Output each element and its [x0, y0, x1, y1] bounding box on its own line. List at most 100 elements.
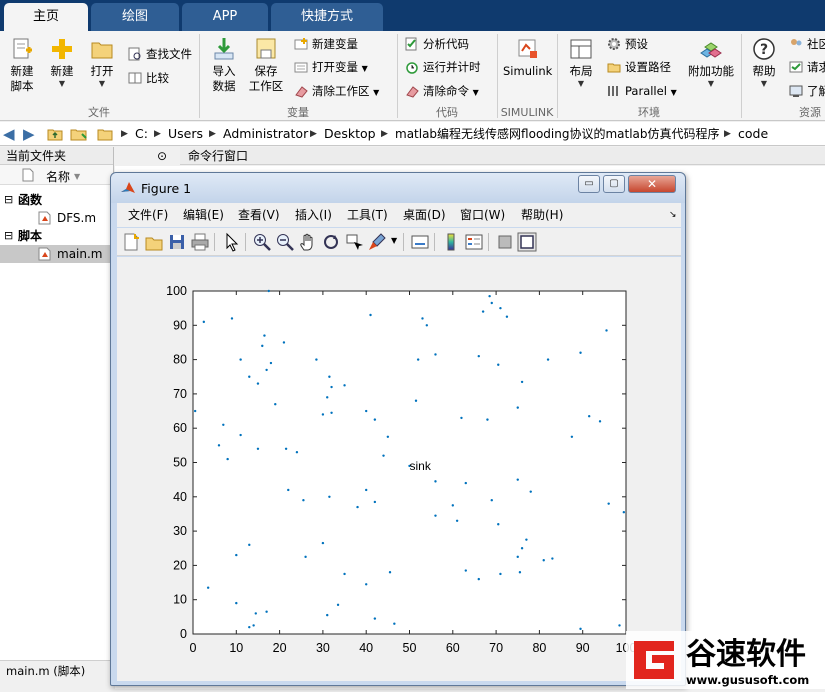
menu-desktop[interactable]: 桌面(D) [403, 203, 446, 227]
breadcrumb-project[interactable]: matlab编程无线传感网flooding协议的matlab仿真代码程序 [395, 122, 720, 146]
current-folder-title: 当前文件夹 [6, 149, 67, 163]
scatter-plot[interactable]: 0 10 20 30 40 50 60 70 80 90 100 0 10 20 30 40 50 60 70 80 9… [117, 257, 681, 681]
request-support-button[interactable]: 请求 [789, 57, 825, 77]
community-button[interactable]: 社区 [789, 34, 825, 54]
tab-plots[interactable]: 绘图 [91, 3, 179, 31]
back-arrow-icon[interactable]: ◀ [3, 122, 15, 146]
parallel-label: Parallel [625, 84, 667, 98]
set-path-button[interactable]: 设置路径 [607, 57, 671, 77]
import-data-button[interactable]: 导入 数据 [204, 37, 244, 94]
new-variable-button[interactable]: 新建变量 [294, 34, 358, 54]
layout-button[interactable]: 布局 ▼ [561, 37, 601, 89]
open-file-icon[interactable] [144, 232, 164, 252]
help-button[interactable]: ? 帮助 ▼ [744, 37, 784, 89]
forward-arrow-icon[interactable]: ▶ [23, 122, 35, 146]
chevron-down-icon[interactable]: ▼ [391, 236, 397, 245]
pan-hand-icon[interactable] [298, 232, 318, 252]
add-ons-button[interactable]: 附加功能 ▼ [687, 37, 735, 89]
menu-help[interactable]: 帮助(H) [521, 203, 563, 227]
collapse-icon[interactable]: ⊟ [4, 227, 13, 245]
legend-icon[interactable] [464, 232, 484, 252]
data-point [579, 627, 582, 631]
preferences-button[interactable]: 预设 [607, 34, 648, 54]
menu-tools[interactable]: 工具(T) [347, 203, 388, 227]
x-tick-label: 10 [229, 641, 243, 655]
list-item[interactable]: main.m [0, 245, 113, 263]
save-workspace-button[interactable]: 保存 工作区 [246, 37, 286, 94]
open-button[interactable]: 打开 ▼ [82, 37, 122, 89]
data-point [343, 384, 346, 387]
figure-window[interactable]: Figure 1 ▭ ▢ ✕ 文件(F) 编辑(E) 查看(V) 插入(I) 工… [110, 172, 686, 686]
data-point [579, 351, 582, 354]
breadcrumb-separator: ▶ [121, 129, 128, 139]
parallel-button[interactable]: Parallel ▼ [607, 81, 677, 101]
zoom-in-icon[interactable] [252, 232, 272, 252]
close-button[interactable]: ✕ [628, 175, 676, 193]
menu-dock-icon[interactable]: ↘ [669, 203, 677, 227]
menu-insert[interactable]: 插入(I) [295, 203, 332, 227]
breadcrumb-code[interactable]: code [738, 122, 768, 146]
brush-icon[interactable] [367, 232, 387, 252]
data-point [546, 358, 550, 361]
pointer-icon[interactable] [221, 232, 241, 252]
menu-view[interactable]: 查看(V) [238, 203, 280, 227]
figure-canvas[interactable]: 0 10 20 30 40 50 60 70 80 90 100 0 10 20 30 40 50 60 70 80 9… [117, 257, 681, 681]
breadcrumb-c[interactable]: C: [135, 122, 148, 146]
compare-button[interactable]: 比较 [128, 68, 169, 88]
new-figure-icon[interactable] [121, 232, 141, 252]
panel-menu-icon[interactable]: ⊙ [157, 147, 167, 165]
data-point [343, 572, 346, 576]
data-point [269, 361, 273, 365]
hide-plot-tools-icon[interactable] [495, 232, 515, 252]
simulink-button[interactable]: Simulink [503, 37, 552, 79]
data-point [295, 451, 299, 454]
link-plot-icon[interactable] [410, 232, 430, 252]
menu-file[interactable]: 文件(F) [128, 203, 168, 227]
list-item[interactable]: DFS.m [0, 209, 113, 227]
data-point [481, 310, 485, 313]
rotate-3d-icon[interactable] [321, 232, 341, 252]
data-point [497, 523, 500, 526]
learn-button[interactable]: 了解 [789, 81, 825, 101]
up-folder-icon[interactable] [47, 126, 63, 142]
show-plot-tools-icon[interactable] [517, 232, 537, 252]
name-column-header[interactable]: 名称 ▼ [0, 165, 113, 185]
run-and-time-button[interactable]: 运行并计时 [405, 57, 481, 77]
breadcrumb-desktop[interactable]: Desktop [324, 122, 376, 146]
colorbar-icon[interactable] [441, 232, 461, 252]
minimize-button[interactable]: ▭ [578, 175, 600, 193]
new-button[interactable]: 新建 ▼ [42, 37, 82, 89]
x-tick-label: 60 [446, 641, 460, 655]
tab-shortcuts[interactable]: 快捷方式 [271, 3, 383, 31]
breadcrumb-separator: ▶ [381, 129, 388, 139]
data-point [336, 603, 340, 607]
save-icon[interactable] [167, 232, 187, 252]
find-files-button[interactable]: 查找文件 [128, 44, 192, 64]
analyze-code-button[interactable]: 分析代码 [405, 34, 469, 54]
data-point [455, 519, 459, 523]
collapse-icon[interactable]: ⊟ [4, 191, 13, 209]
tab-home[interactable]: 主页 [4, 3, 88, 31]
figure-title-bar[interactable]: Figure 1 ▭ ▢ ✕ [111, 173, 685, 203]
data-point [248, 543, 251, 547]
data-cursor-icon[interactable] [344, 232, 364, 252]
tree-group-functions[interactable]: ⊟ 函数 [0, 191, 113, 209]
clear-workspace-button[interactable]: 清除工作区 ▼ [294, 81, 379, 101]
menu-edit[interactable]: 编辑(E) [183, 203, 224, 227]
y-tick-label: 10 [173, 593, 187, 607]
zoom-out-icon[interactable] [275, 232, 295, 252]
tree-group-scripts[interactable]: ⊟ 脚本 [0, 227, 113, 245]
clear-commands-button[interactable]: 清除命令 ▼ [405, 81, 479, 101]
new-script-button[interactable]: 新建 脚本 [2, 37, 42, 94]
breadcrumb-users[interactable]: Users [168, 122, 203, 146]
simulink-group-label: SIMULINK [500, 106, 554, 119]
print-icon[interactable] [190, 232, 210, 252]
menu-window[interactable]: 窗口(W) [460, 203, 505, 227]
breadcrumb-administrator[interactable]: Administrator [223, 122, 308, 146]
maximize-button[interactable]: ▢ [603, 175, 625, 193]
data-point [516, 478, 519, 481]
open-variable-button[interactable]: 打开变量 ▼ [294, 57, 368, 77]
tab-apps[interactable]: APP [182, 3, 268, 31]
browse-folder-icon[interactable] [70, 126, 88, 142]
chevron-down-icon: ▼ [472, 88, 479, 97]
